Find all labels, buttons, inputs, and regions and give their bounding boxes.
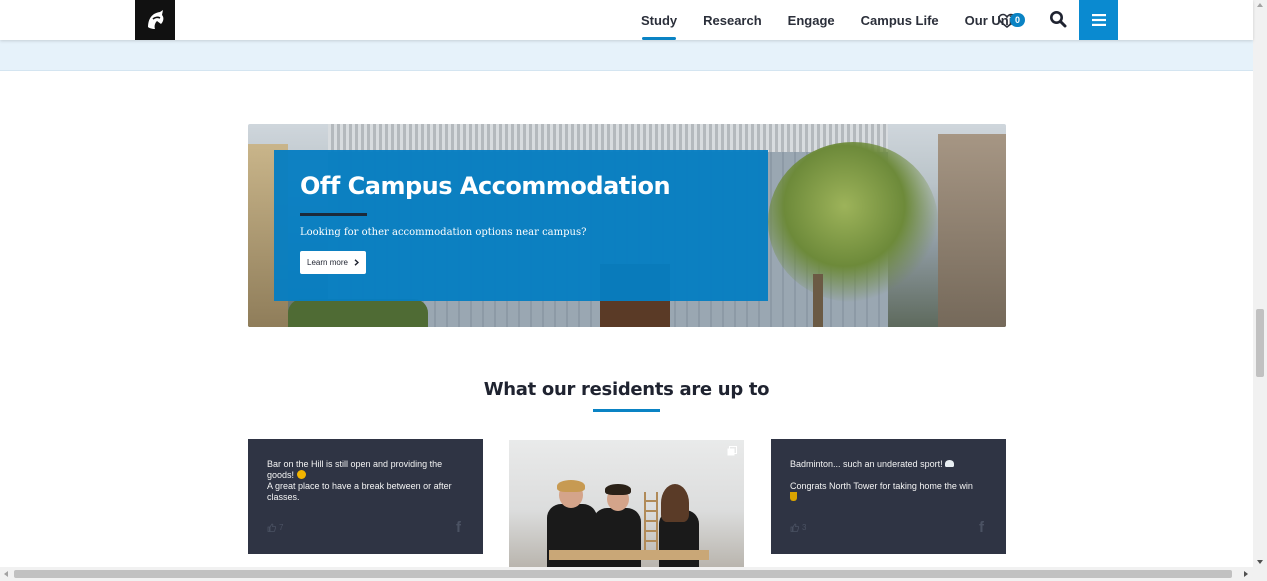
thumbs-up-icon (790, 523, 799, 532)
trophy-emoji-icon (790, 492, 797, 501)
vertical-scroll-thumb[interactable] (1256, 309, 1264, 377)
post-text: Badminton... such an underated sport! Co… (790, 459, 992, 503)
favourites-button[interactable]: 0 (998, 10, 1028, 32)
nav-campus-life[interactable]: Campus Life (848, 0, 952, 40)
sub-header-band (0, 40, 1253, 71)
menu-button[interactable] (1079, 0, 1118, 40)
section-title: What our residents are up to (483, 379, 770, 400)
chevron-right-icon (354, 259, 359, 266)
hero-title: Off Campus Accommodation (300, 172, 671, 200)
scroll-left-arrow-icon[interactable] (4, 571, 8, 577)
hero-subtitle: Looking for other accommodation options … (300, 227, 587, 238)
social-post-card-2[interactable]: Badminton... such an underated sport! Co… (771, 439, 1006, 554)
emoji-icon (296, 470, 306, 479)
social-post-card-1[interactable]: Bar on the Hill is still open and provid… (248, 439, 483, 554)
main-nav: Study Research Engage Campus Life Our Un… (628, 0, 1025, 40)
shuttlecock-emoji-icon (945, 460, 955, 467)
hamburger-menu-icon (1091, 14, 1106, 26)
scroll-up-arrow-icon[interactable] (1257, 3, 1263, 7)
learn-more-label: Learn more (307, 258, 348, 267)
post-line-1: Bar on the Hill is still open and provid… (267, 459, 443, 480)
post-line-1: Badminton... such an underated sport! (790, 459, 943, 469)
horizontal-scrollbar[interactable] (0, 567, 1267, 581)
post-likes: 7 (267, 523, 283, 532)
hero-card: Off Campus Accommodation Looking for oth… (274, 150, 768, 301)
nav-engage[interactable]: Engage (775, 0, 848, 40)
post-text: Bar on the Hill is still open and provid… (267, 459, 469, 503)
post-likes: 3 (790, 523, 806, 532)
multiple-images-icon (727, 446, 737, 456)
social-photo-card[interactable] (509, 440, 744, 567)
hero-divider (300, 213, 367, 216)
university-logo[interactable] (135, 0, 175, 40)
search-icon (1050, 11, 1067, 28)
stylized-horse-logo-icon (148, 10, 164, 29)
favourites-count-badge: 0 (1010, 13, 1025, 27)
learn-more-button[interactable]: Learn more (300, 251, 366, 274)
scroll-down-arrow-icon[interactable] (1257, 560, 1263, 564)
post-line-2: A great place to have a break between or… (267, 481, 452, 502)
thumbs-up-icon (267, 523, 276, 532)
site-header: Study Research Engage Campus Life Our Un… (0, 0, 1253, 40)
horizontal-scroll-thumb[interactable] (14, 570, 1232, 578)
nav-research[interactable]: Research (690, 0, 775, 40)
vertical-scrollbar[interactable] (1253, 0, 1267, 567)
facebook-icon[interactable]: f (979, 519, 984, 536)
section-divider (593, 409, 660, 412)
search-button[interactable] (1049, 10, 1069, 30)
facebook-icon[interactable]: f (456, 519, 461, 536)
nav-study[interactable]: Study (628, 0, 690, 40)
post-line-2: Congrats North Tower for taking home the… (790, 481, 973, 491)
scroll-right-arrow-icon[interactable] (1244, 571, 1248, 577)
